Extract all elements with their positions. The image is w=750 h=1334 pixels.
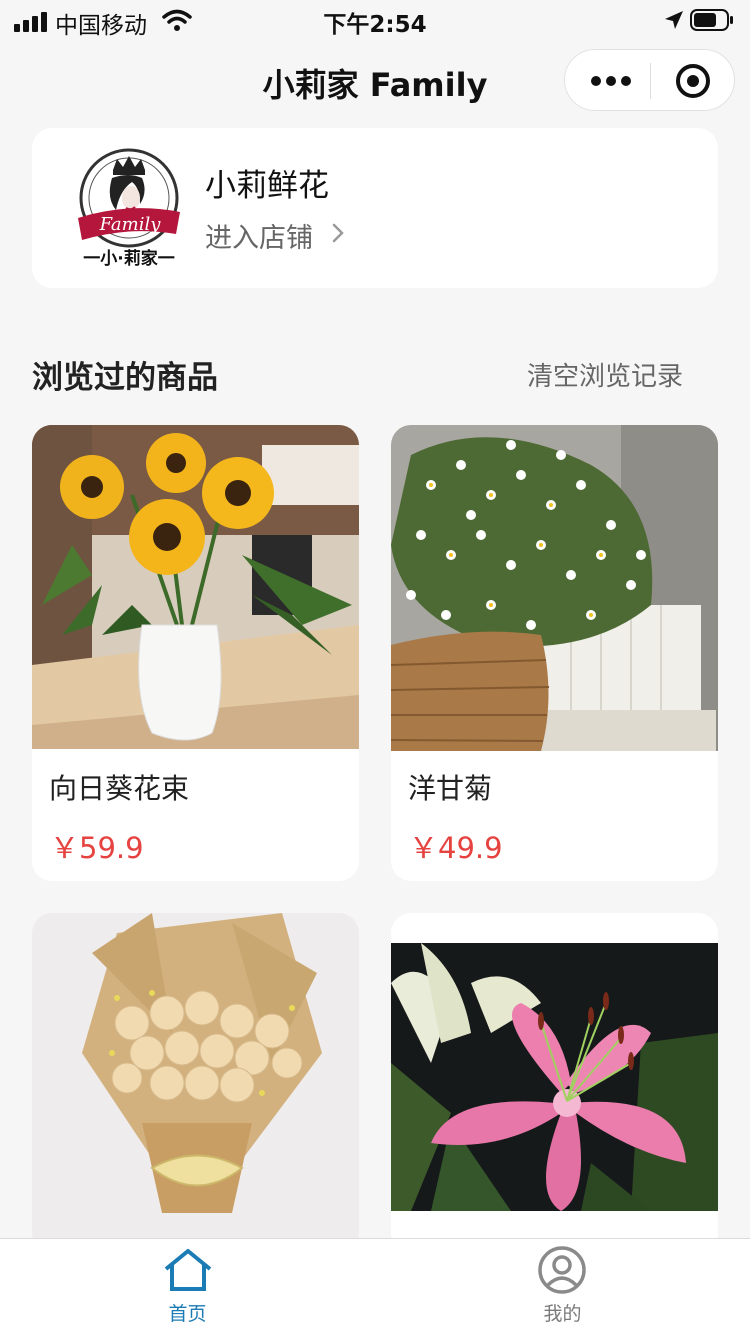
logo-badge-text: Family [99, 214, 162, 235]
product-card[interactable] [391, 913, 718, 1253]
tab-mine[interactable]: 我的 [375, 1239, 750, 1334]
store-card[interactable]: Family 一小·莉家一 小莉鲜花 进入店铺 [32, 128, 718, 288]
logo-caption: 一小·莉家一 [83, 248, 174, 269]
product-name: 洋甘菊 [408, 772, 493, 805]
battery-icon [690, 9, 733, 31]
product-price: ￥59.9 [50, 831, 144, 865]
home-icon [164, 1249, 212, 1291]
champagne-rose-bouquet-photo [32, 913, 359, 1253]
tab-home-label: 首页 [168, 1303, 207, 1325]
product-name: 向日葵花束 [49, 772, 190, 805]
product-card[interactable]: 向日葵花束 ￥59.9 [32, 425, 359, 881]
capsule-divider [650, 63, 651, 99]
tab-bar: 首页 我的 [0, 1238, 750, 1334]
chamomile-basket-photo [391, 425, 718, 751]
circle-close-icon[interactable] [676, 64, 710, 98]
store-logo: Family 一小·莉家一 [78, 148, 180, 269]
navigation-bar: 小莉家 Family [0, 40, 750, 126]
chevron-right-icon[interactable] [330, 221, 346, 245]
product-price: ￥49.9 [409, 831, 503, 865]
status-time: 下午2:54 [323, 12, 427, 38]
pink-lily-photo [391, 943, 718, 1211]
location-arrow-icon [665, 11, 683, 29]
more-dots-icon[interactable] [591, 74, 631, 88]
sunflower-vase-photo [32, 425, 359, 749]
browsed-products-title: 浏览过的商品 [32, 360, 218, 396]
tab-mine-label: 我的 [543, 1303, 582, 1325]
product-card[interactable] [32, 913, 359, 1253]
miniprogram-capsule [564, 49, 735, 111]
product-card[interactable]: 洋甘菊 ￥49.9 [391, 425, 718, 881]
status-bar: 中国移动 下午2:54 [0, 0, 750, 40]
store-name: 小莉鲜花 [205, 168, 329, 204]
enter-shop-link[interactable]: 进入店铺 [205, 216, 313, 255]
user-icon [538, 1246, 586, 1294]
tab-home[interactable]: 首页 [0, 1239, 375, 1334]
clear-history-button[interactable]: 清空浏览记录 [527, 356, 683, 393]
